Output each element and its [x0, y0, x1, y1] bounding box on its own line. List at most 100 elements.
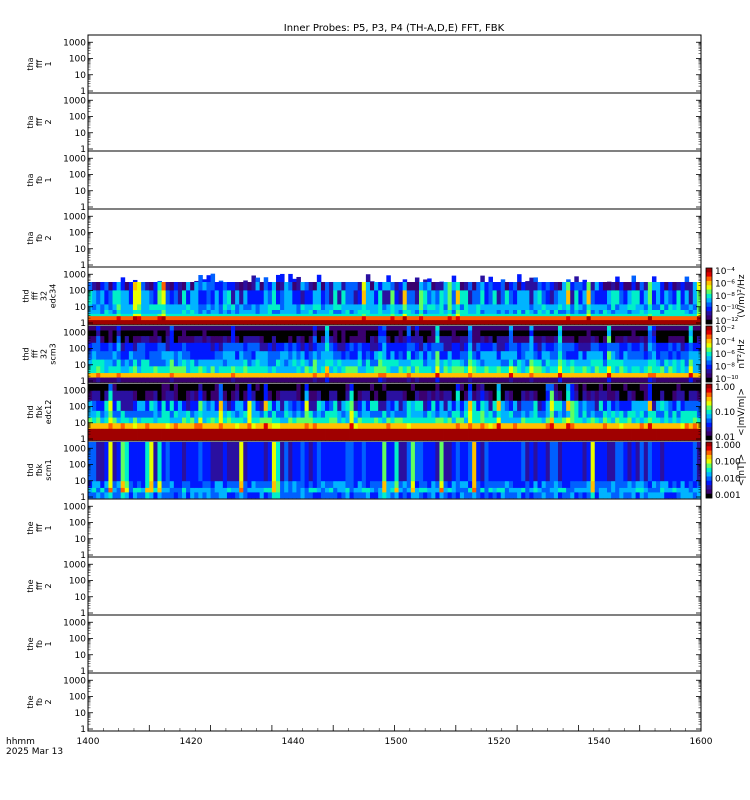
spectrogram-cell: [365, 428, 371, 441]
spectrogram-cell: [468, 384, 473, 392]
spectrogram-cell: [382, 366, 387, 374]
spectrogram-cell: [275, 310, 281, 315]
spectrogram-cell: [631, 384, 637, 392]
spectrogram-cell: [562, 320, 567, 325]
spectrogram-cell: [443, 442, 449, 482]
spectrogram-cell: [386, 442, 391, 482]
spectrogram-cell: [259, 442, 265, 482]
spectrogram-cell: [325, 351, 330, 360]
spectrogram-cell: [500, 279, 506, 282]
spectrogram-cell: [504, 481, 510, 489]
spectrogram-cell: [419, 320, 424, 325]
spectrogram-cell: [104, 326, 109, 331]
spectrogram-cell: [353, 373, 359, 378]
panel-frame: [87, 556, 702, 616]
spectrogram-cell: [243, 330, 248, 337]
spectrogram-cell: [680, 487, 686, 493]
spectrogram-cell: [386, 428, 391, 441]
spectrogram-cell: [329, 428, 334, 441]
spectrogram-cell: [222, 326, 228, 331]
spectrogram-cell: [378, 481, 383, 489]
spectrogram-cell: [177, 410, 183, 418]
spectrogram-cell: [414, 351, 420, 360]
spectrogram-cell: [141, 492, 146, 499]
spectrogram-cell: [157, 359, 162, 367]
spectrogram-cell: [231, 487, 236, 493]
spectrogram-cell: [484, 326, 489, 331]
spectrogram-cell: [619, 366, 624, 374]
spectrogram-cell: [239, 310, 244, 315]
spectrogram-cell: [562, 428, 567, 441]
spectrogram-cell: [414, 359, 420, 367]
spectrogram-cell: [280, 304, 285, 311]
spectrogram-cell: [141, 366, 146, 374]
spectrogram-cell: [263, 377, 269, 383]
spectrogram-cell: [406, 442, 412, 482]
spectrogram-cell: [132, 373, 138, 378]
spectrogram-cell: [484, 316, 489, 321]
spectrogram-cell: [513, 282, 518, 291]
spectrogram-cell: [157, 384, 162, 392]
spectrogram-cell: [647, 400, 653, 412]
spectrogram-cell: [361, 316, 367, 321]
spectrogram-cell: [517, 481, 522, 489]
spectrogram-cell: [676, 377, 681, 383]
spectrogram-cell: [664, 390, 669, 402]
spectrogram-cell: [582, 410, 587, 418]
spectrogram-cell: [345, 310, 350, 315]
spectrogram-cell: [574, 366, 579, 374]
spectrogram-cell: [165, 282, 171, 291]
spectrogram-cell: [463, 442, 469, 482]
spectrogram-cell: [386, 487, 391, 493]
spectrogram-cell: [643, 351, 649, 360]
spectrogram-cell: [186, 377, 191, 383]
spectrogram-cell: [255, 390, 261, 402]
spectrogram-cell: [402, 342, 408, 352]
spectrogram-cell: [615, 276, 620, 282]
spectrogram-cell: [578, 359, 583, 367]
spectrogram-cell: [660, 310, 665, 315]
spectrogram-cell: [647, 390, 653, 402]
spectrogram-cell: [496, 377, 502, 383]
spectrogram-cell: [451, 481, 457, 489]
spectrogram-cell: [374, 481, 379, 489]
spectrogram-cell: [390, 366, 395, 374]
spectrogram-cell: [255, 316, 261, 321]
spectrogram-cell: [472, 390, 477, 402]
spectrogram-cell: [194, 373, 199, 378]
spectrogram-cell: [574, 336, 579, 344]
spectrogram-cell: [243, 351, 248, 360]
spectrogram-cell: [472, 310, 477, 315]
spectrogram-cell: [141, 310, 146, 315]
spectrogram-cell: [247, 351, 252, 360]
spectrogram-cell: [247, 282, 252, 291]
spectrogram-cell: [345, 342, 350, 352]
spectrogram-cell: [251, 377, 256, 383]
spectrogram-cell: [496, 282, 502, 291]
spectrogram-cell: [345, 282, 350, 291]
spectrogram-cell: [357, 417, 363, 424]
spectrogram-cell: [557, 481, 563, 489]
spectrogram-cell: [247, 442, 252, 482]
spectrogram-cell: [247, 320, 252, 325]
spectrogram-cell: [365, 304, 371, 311]
spectrogram-cell: [541, 487, 547, 493]
spectrogram-cell: [680, 330, 686, 337]
spectrogram-cell: [562, 342, 567, 352]
spectrogram-cell: [218, 492, 224, 499]
spectrogram-cell: [553, 336, 559, 344]
spectrogram-cell: [414, 390, 420, 402]
spectrogram-cell: [304, 290, 310, 305]
spectrogram-cell: [566, 282, 571, 291]
spectrogram-cell: [386, 373, 391, 378]
spectrogram-cell: [414, 330, 420, 337]
spectrogram-cell: [676, 481, 681, 489]
spectrogram-cell: [684, 410, 690, 418]
spectrogram-cell: [210, 359, 216, 367]
spectrogram-cell: [177, 326, 183, 331]
spectrogram-cell: [480, 377, 485, 383]
spectrogram-cell: [341, 428, 346, 441]
colorbar-swatch: [706, 298, 712, 303]
spectrogram-cell: [312, 487, 318, 493]
spectrogram-cell: [525, 290, 530, 305]
